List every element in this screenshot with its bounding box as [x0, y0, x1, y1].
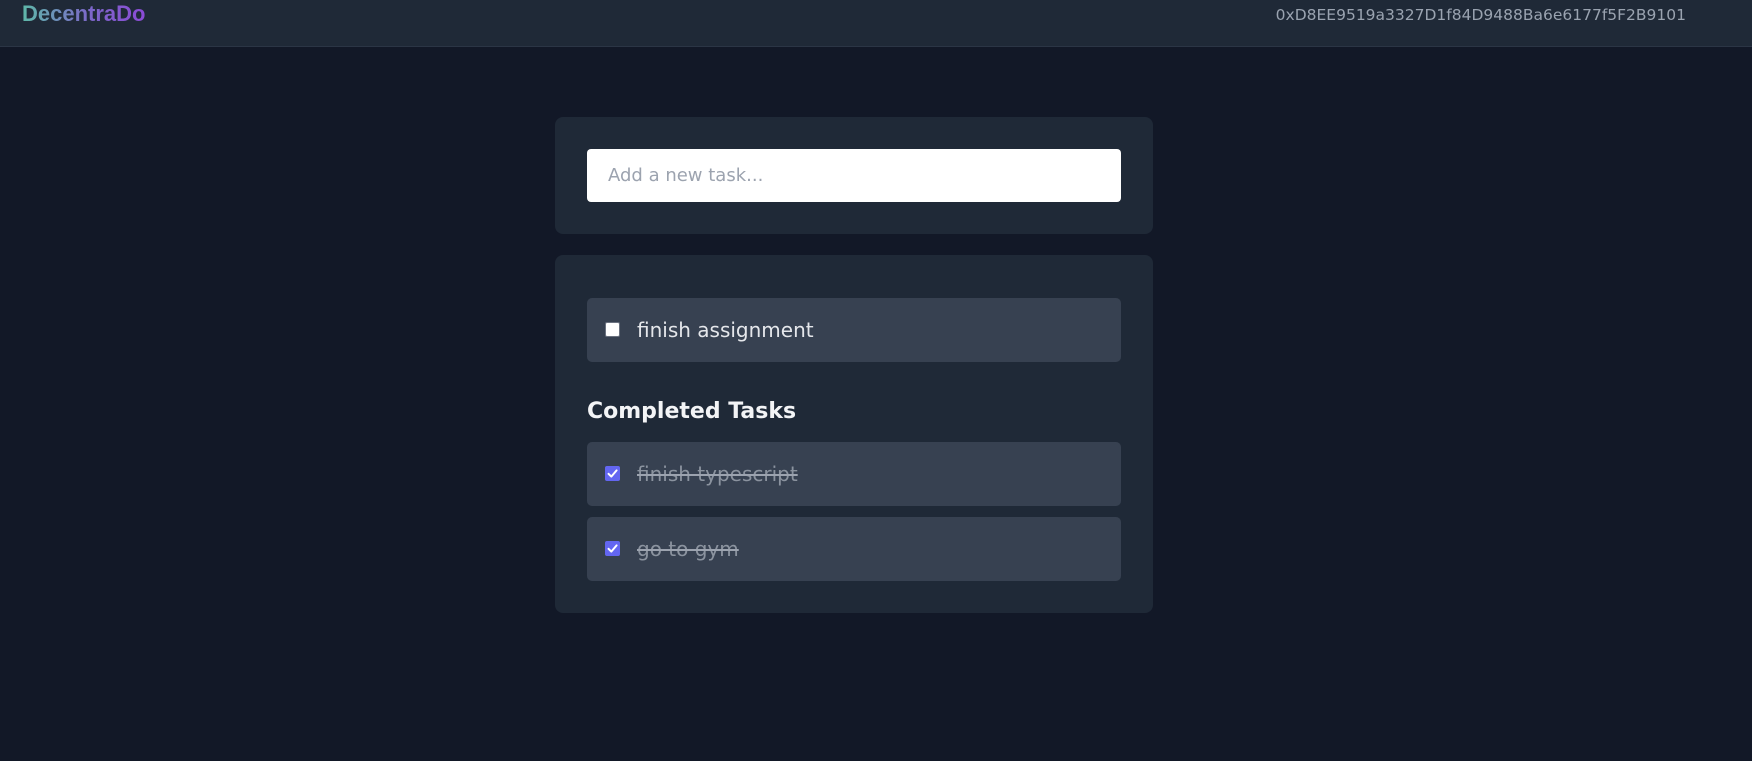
top-navbar: DecentraDo 0xD8EE9519a3327D1f84D9488Ba6e… — [0, 0, 1752, 47]
completed-task-label: finish typescript — [637, 462, 798, 486]
completed-task-item: go to gym — [587, 517, 1121, 581]
completed-task-label: go to gym — [637, 537, 739, 561]
task-checkbox-checked[interactable] — [605, 541, 620, 556]
check-icon — [607, 544, 618, 553]
completed-tasks-heading: Completed Tasks — [587, 399, 797, 424]
check-icon — [607, 469, 618, 478]
task-label: finish assignment — [637, 318, 814, 342]
completed-task-item: finish typescript — [587, 442, 1121, 506]
new-task-card — [555, 117, 1153, 234]
task-checkbox-checked[interactable] — [605, 466, 620, 481]
task-checkbox[interactable] — [605, 322, 620, 337]
task-list-card: finish assignment Completed Tasks finish… — [555, 255, 1153, 613]
wallet-address: 0xD8EE9519a3327D1f84D9488Ba6e6177f5F2B91… — [1275, 6, 1686, 24]
task-item: finish assignment — [587, 298, 1121, 362]
app-logo[interactable]: DecentraDo — [22, 0, 145, 28]
new-task-input[interactable] — [587, 149, 1121, 202]
